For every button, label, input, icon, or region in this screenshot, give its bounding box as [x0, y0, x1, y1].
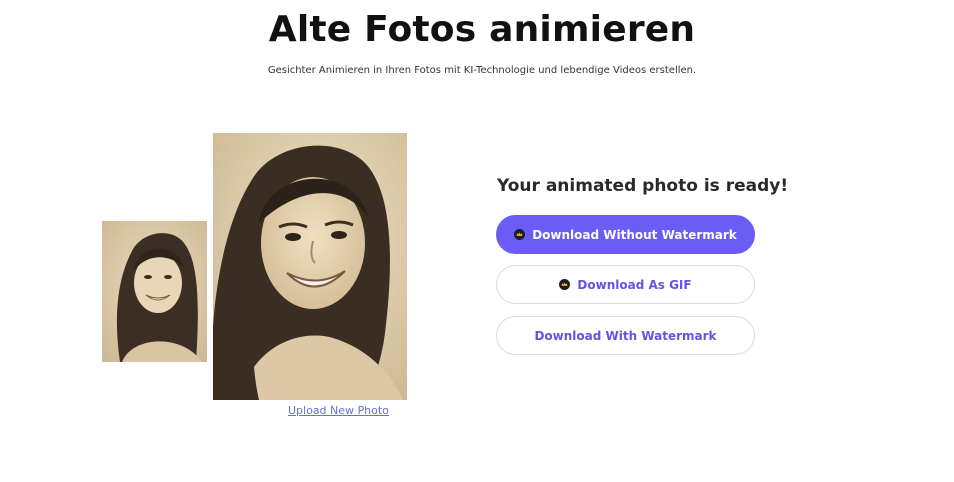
- original-photo: [102, 221, 207, 362]
- crown-icon: [559, 279, 571, 290]
- download-with-watermark-label: Download With Watermark: [534, 328, 717, 343]
- download-gif-button[interactable]: Download As GIF: [496, 265, 755, 304]
- page-title: Alte Fotos animieren: [268, 9, 696, 50]
- page-subtitle: Gesichter Animieren in Ihren Fotos mit K…: [267, 65, 697, 76]
- animated-photo: [213, 133, 407, 400]
- crown-icon: [514, 229, 526, 240]
- download-without-watermark-button[interactable]: Download Without Watermark: [496, 215, 755, 254]
- page: Alte Fotos animieren Gesichter Animieren…: [0, 0, 954, 482]
- download-without-watermark-label: Download Without Watermark: [532, 227, 737, 242]
- download-gif-label: Download As GIF: [577, 277, 692, 292]
- result-heading: Your animated photo is ready!: [497, 176, 789, 196]
- upload-new-photo-link[interactable]: Upload New Photo: [288, 404, 389, 417]
- download-with-watermark-button[interactable]: Download With Watermark: [496, 316, 755, 355]
